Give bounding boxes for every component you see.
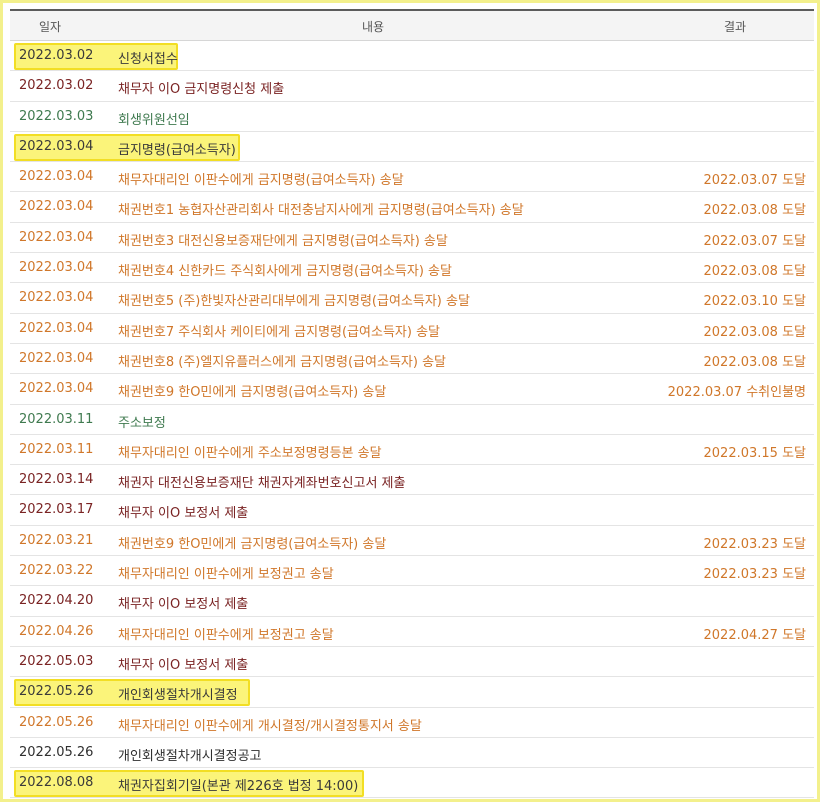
- table-row: 2022.03.04 채권번호9 한O민에게 금지명령(급여소득자) 송달 2022…: [10, 374, 814, 405]
- table-row: 2022.03.14 채권자 대전신용보증재단 채권자계좌번호신고서 제출: [10, 465, 814, 496]
- table-row: 2022.08.08 채권자집회기일(본관 제226호 법정 14:00): [10, 768, 814, 799]
- table-row: 2022.03.04 채권번호8 (주)엘지유플러스에게 금지명령(급여소득자) …: [10, 344, 814, 375]
- row-date: 2022.03.04: [19, 229, 94, 245]
- row-date: 2022.03.22: [19, 563, 94, 579]
- row-date: 2022.05.26: [19, 714, 94, 730]
- row-content: 금지명령(급여소득자): [118, 142, 236, 158]
- row-content: 채권번호3 대전신용보증재단에게 금지명령(급여소득자) 송달: [118, 233, 448, 249]
- row-content: 채무자대리인 이판수에게 금지명령(급여소득자) 송달: [118, 173, 404, 189]
- header-date: 일자: [39, 20, 62, 34]
- row-date: 2022.05.26: [19, 744, 94, 760]
- row-content: 채권자 대전신용보증재단 채권자계좌번호신고서 제출: [118, 476, 406, 492]
- row-content: 채권자집회기일(본관 제226호 법정 14:00): [118, 779, 359, 795]
- row-content: 채무자대리인 이판수에게 개시결정/개시결정통지서 송달: [118, 718, 422, 734]
- row-content: 채무자 이O 보정서 제출: [118, 506, 249, 522]
- table-row: 2022.03.04 채권번호7 주식회사 케이티에게 금지명령(급여소득자) 송…: [10, 314, 814, 344]
- row-date: 2022.03.04: [19, 260, 94, 276]
- table-row: 2022.03.04 채권번호4 신한카드 주식회사에게 금지명령(급여소득자) …: [10, 253, 814, 284]
- row-date: 2022.03.04: [19, 350, 94, 366]
- table-row: 2022.05.26 개인회생절차개시결정공고: [10, 738, 814, 769]
- row-result: 2022.03.15 도달: [703, 445, 807, 461]
- table-row: 2022.05.26 채무자대리인 이판수에게 개시결정/개시결정통지서 송달: [10, 708, 814, 738]
- row-date: 2022.03.21: [19, 532, 94, 548]
- table-row: 2022.04.26 채무자대리인 이판수에게 보정권고 송달 2022.04.27…: [10, 617, 814, 647]
- row-result: 2022.03.08 도달: [703, 354, 807, 370]
- table-body: 2022.03.02 신청서접수 2022.03.02 채무자 이O 금지명령신청 제…: [10, 41, 814, 799]
- row-content: 개인회생절차개시결정공고: [118, 748, 262, 764]
- row-date: 2022.05.26: [19, 684, 94, 700]
- table-row: 2022.05.26 개인회생절차개시결정: [10, 677, 814, 708]
- case-history-table: 일자 내용 결과 2022.03.02 신청서접수 2022.03.02 채무자 이O…: [10, 9, 814, 799]
- row-content: 개인회생절차개시결정: [118, 688, 238, 704]
- row-date: 2022.04.20: [19, 593, 94, 609]
- row-content: 채권번호1 농협자산관리회사 대전충남지사에게 금지명령(급여소득자) 송달: [118, 203, 524, 219]
- row-result: 2022.04.27 도달: [703, 627, 807, 643]
- row-content: 채권번호4 신한카드 주식회사에게 금지명령(급여소득자) 송달: [118, 264, 452, 280]
- row-date: 2022.08.08: [19, 775, 94, 791]
- row-date: 2022.03.04: [19, 320, 94, 336]
- table-row: 2022.05.03 채무자 이O 보정서 제출: [10, 647, 814, 678]
- row-content: 주소보정: [118, 415, 166, 431]
- row-result: 2022.03.23 도달: [703, 536, 807, 552]
- row-content: 채권번호9 한O민에게 금지명령(급여소득자) 송달: [118, 385, 387, 401]
- row-date: 2022.05.03: [19, 653, 94, 669]
- table-row: 2022.03.04 채권번호5 (주)한빛자산관리대부에게 금지명령(급여소득자…: [10, 283, 814, 314]
- table-row: 2022.03.11 채무자대리인 이판수에게 주소보정명령등본 송달 2022.0…: [10, 435, 814, 466]
- row-content: 채무자 이O 보정서 제출: [118, 657, 249, 673]
- header-content: 내용: [362, 20, 385, 34]
- row-content: 채무자대리인 이판수에게 보정권고 송달: [118, 567, 334, 583]
- row-date: 2022.03.11: [19, 441, 94, 457]
- row-content: 채무자대리인 이판수에게 주소보정명령등본 송달: [118, 445, 382, 461]
- table-row: 2022.03.21 채권번호9 한O민에게 금지명령(급여소득자) 송달 2022…: [10, 526, 814, 557]
- row-result: 2022.03.07 도달: [703, 173, 807, 189]
- table-row: 2022.04.20 채무자 이O 보정서 제출: [10, 586, 814, 617]
- row-content: 채무자 이O 금지명령신청 제출: [118, 82, 285, 98]
- header-result: 결과: [724, 20, 747, 34]
- table-row: 2022.03.04 채권번호1 농협자산관리회사 대전충남지사에게 금지명령(급…: [10, 192, 814, 223]
- row-content: 채권번호8 (주)엘지유플러스에게 금지명령(급여소득자) 송달: [118, 354, 446, 370]
- table-row: 2022.03.17 채무자 이O 보정서 제출: [10, 495, 814, 526]
- row-content: 채무자대리인 이판수에게 보정권고 송달: [118, 627, 334, 643]
- table-row: 2022.03.04 채무자대리인 이판수에게 금지명령(급여소득자) 송달 202…: [10, 162, 814, 193]
- row-result: 2022.03.23 도달: [703, 567, 807, 583]
- row-content: 채권번호9 한O민에게 금지명령(급여소득자) 송달: [118, 536, 387, 552]
- row-result: 2022.03.08 도달: [703, 264, 807, 280]
- row-date: 2022.03.17: [19, 502, 94, 518]
- row-date: 2022.03.02: [19, 48, 94, 63]
- row-content: 채무자 이O 보정서 제출: [118, 597, 249, 613]
- row-content: 회생위원선임: [118, 112, 190, 128]
- table-row: 2022.03.04 채권번호3 대전신용보증재단에게 금지명령(급여소득자) 송…: [10, 223, 814, 254]
- row-content: 채권번호5 (주)한빛자산관리대부에게 금지명령(급여소득자) 송달: [118, 294, 470, 310]
- table-row: 2022.03.04 금지명령(급여소득자): [10, 132, 814, 163]
- row-result: 2022.03.07 수취인불명: [667, 385, 806, 401]
- row-date: 2022.03.04: [19, 381, 94, 397]
- row-result: 2022.03.08 도달: [703, 203, 807, 219]
- row-result: 2022.03.07 도달: [703, 233, 807, 249]
- row-date: 2022.03.04: [19, 199, 94, 215]
- table-row: 2022.03.11 주소보정: [10, 405, 814, 435]
- row-content: 신청서접수: [118, 52, 178, 67]
- table-row: 2022.03.03 회생위원선임: [10, 102, 814, 132]
- table-row: 2022.03.22 채무자대리인 이판수에게 보정권고 송달 2022.03.23…: [10, 556, 814, 587]
- row-date: 2022.03.14: [19, 472, 94, 488]
- row-date: 2022.03.03: [19, 108, 94, 124]
- table-header: 일자 내용 결과: [10, 9, 814, 41]
- row-date: 2022.03.04: [19, 138, 94, 154]
- table-row: 2022.03.02 신청서접수: [10, 41, 814, 72]
- row-date: 2022.03.04: [19, 290, 94, 306]
- row-result: 2022.03.10 도달: [703, 294, 807, 310]
- table-row: 2022.03.02 채무자 이O 금지명령신청 제출: [10, 71, 814, 102]
- row-date: 2022.03.02: [19, 78, 94, 94]
- row-date: 2022.03.04: [19, 169, 94, 185]
- row-content: 채권번호7 주식회사 케이티에게 금지명령(급여소득자) 송달: [118, 324, 440, 340]
- row-date: 2022.04.26: [19, 623, 94, 639]
- row-result: 2022.03.08 도달: [703, 324, 807, 340]
- row-date: 2022.03.11: [19, 411, 94, 427]
- page-frame: 일자 내용 결과 2022.03.02 신청서접수 2022.03.02 채무자 이O…: [0, 0, 820, 802]
